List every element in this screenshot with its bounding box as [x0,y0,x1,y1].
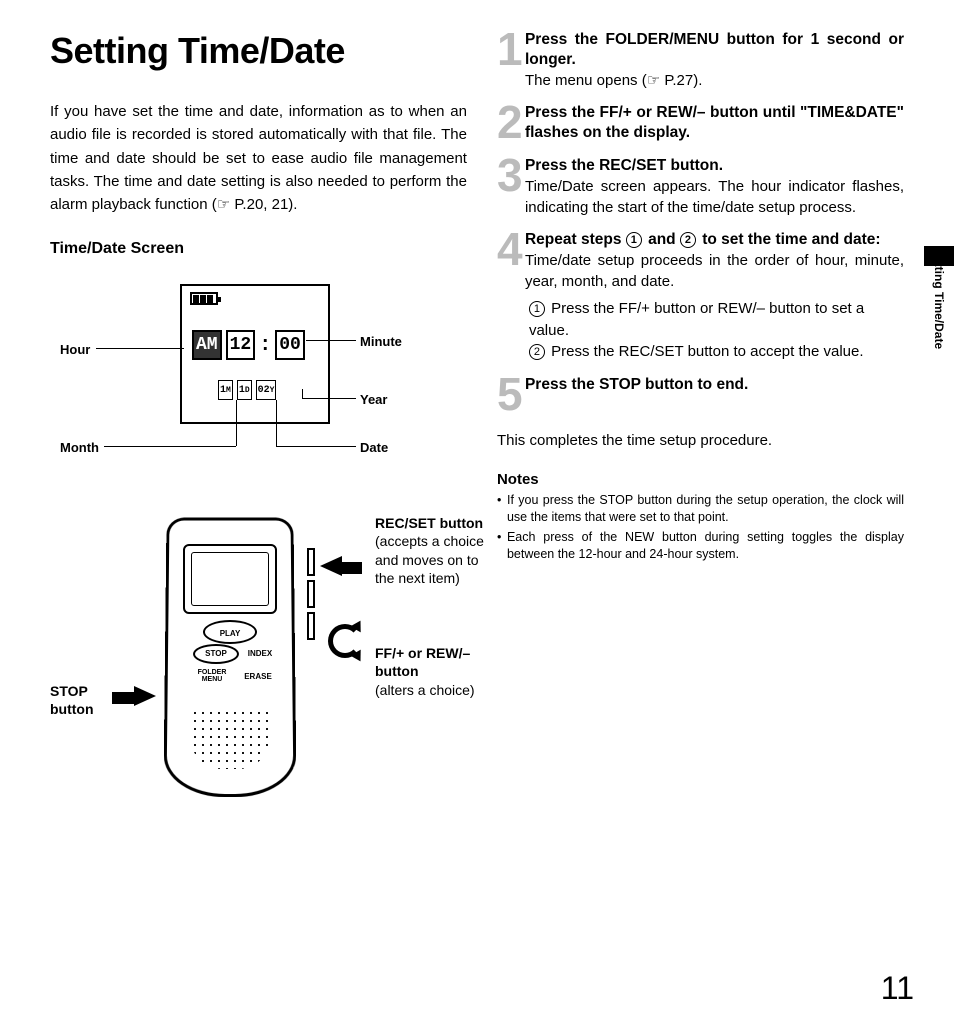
lcd-diagram: AM 12 : 00 1M 1D 02Y Hour Minute Year Mo… [60,274,457,484]
step-4-title: Repeat steps 1 and 2 to set the time and… [525,230,904,250]
step-4-desc: Time/date setup proceeds in the order of… [525,250,904,292]
step-number-5: 5 [497,375,525,414]
step-2: 2 Press the FF/+ or REW/– button until "… [497,103,904,143]
step-2-title: Press the FF/+ or REW/– button until "TI… [525,103,904,143]
label-month: Month [60,440,99,455]
step-5: 5 Press the STOP button to end. [497,375,904,414]
step-3-title: Press the REC/SET button. [525,156,904,176]
step-number-3: 3 [497,156,525,218]
lcd-ampm: AM [192,330,222,360]
lcd-hour: 12 [226,330,256,360]
stop-button-label: STOP [200,649,232,658]
speaker-grille [191,709,269,769]
index-button-label: INDEX [245,649,275,658]
note-item: If you press the STOP button during the … [497,492,904,526]
step-3-desc: Time/Date screen appears. The hour indic… [525,176,904,218]
page-number: 11 [881,970,914,1007]
device-screen [183,544,277,614]
device-diagram: PLAY STOP INDEX FOLDER MENU ERASE STOP b… [50,514,467,814]
callout-stop: STOP button [50,682,120,718]
step-3: 3 Press the REC/SET button. Time/Date sc… [497,156,904,218]
label-hour: Hour [60,342,90,357]
step-4: 4 Repeat steps 1 and 2 to set the time a… [497,230,904,363]
label-year: Year [360,392,387,407]
step-number-1: 1 [497,30,525,91]
step-4-sublist: 1 Press the FF/+ button or REW/– button … [529,298,904,363]
notes-section: Notes If you press the STOP button durin… [497,471,904,563]
step-1-desc: The menu opens (☞ P.27). [525,70,904,91]
lcd-month: 1M [218,380,233,400]
callout-ffrew: FF/+ or REW/– button (alters a choice) [375,644,515,699]
play-button-label: PLAY [213,629,247,638]
label-minute: Minute [360,334,402,349]
folder-menu-label: FOLDER MENU [191,669,233,683]
battery-icon [190,292,218,305]
step-number-4: 4 [497,230,525,363]
side-tab: Setting Time/Date [932,248,946,349]
lcd-year: 02Y [256,380,277,400]
step-5-title: Press the STOP button to end. [525,375,904,395]
lcd-colon: : [259,334,271,357]
arrow-left-icon [320,556,342,576]
screen-heading: Time/Date Screen [50,240,467,258]
intro-paragraph: If you have set the time and date, infor… [50,100,467,216]
notes-heading: Notes [497,471,904,488]
side-buttons [307,548,317,644]
step-1: 1 Press the FOLDER/MENU button for 1 sec… [497,30,904,91]
curved-arrows-icon [328,624,362,658]
page-title: Setting Time/Date [50,30,467,72]
callout-recset: REC/SET button (accepts a choice and mov… [375,514,495,587]
label-date: Date [360,440,388,455]
conclusion-text: This completes the time setup procedure. [497,432,904,449]
erase-button-label: ERASE [243,672,273,681]
step-number-2: 2 [497,103,525,143]
lcd-screen: AM 12 : 00 1M 1D 02Y [180,284,330,424]
lcd-minute: 00 [275,330,305,360]
arrow-right-icon [134,686,156,706]
step-1-title: Press the FOLDER/MENU button for 1 secon… [525,30,904,70]
note-item: Each press of the NEW button during sett… [497,529,904,563]
side-tab-marker [924,246,954,266]
lcd-date: 1D [237,380,252,400]
